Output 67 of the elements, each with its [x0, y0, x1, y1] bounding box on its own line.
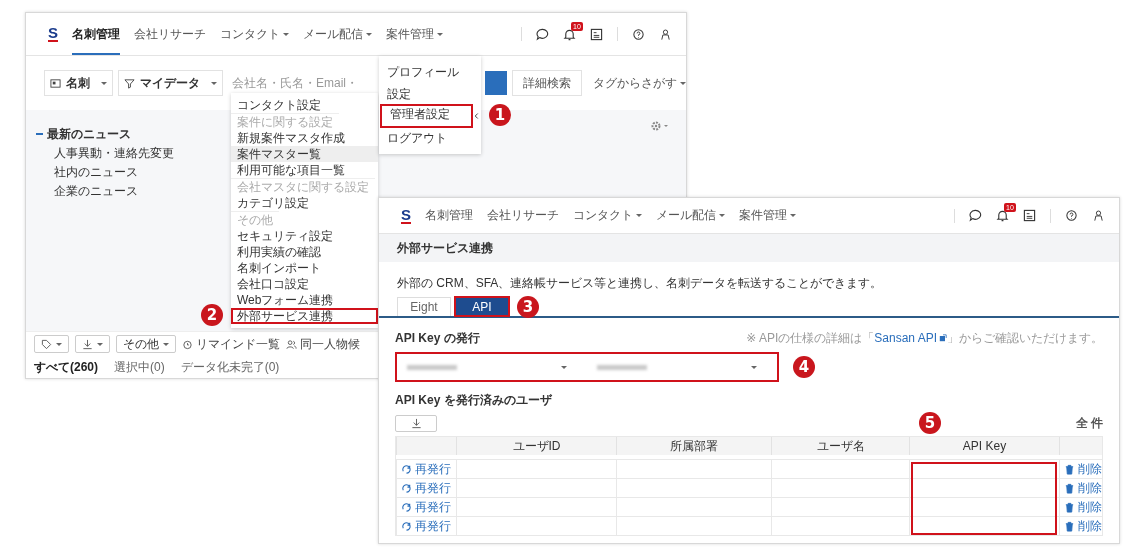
news-category[interactable]: 人事異動・連絡先変更: [36, 144, 174, 163]
step-marker: 3: [517, 296, 539, 318]
column-header: 所属部署: [616, 437, 771, 455]
menu-item[interactable]: セキュリティ設定: [231, 228, 378, 244]
menu-item[interactable]: 管理者設定: [380, 104, 473, 128]
delete-link[interactable]: 削除: [1064, 460, 1102, 478]
nav-tab[interactable]: 会社リサーチ: [134, 13, 206, 55]
scope-select[interactable]: マイデータ: [118, 70, 223, 96]
advanced-search-button[interactable]: 詳細検索: [512, 70, 582, 96]
sansan-api-link[interactable]: Sansan API: [874, 331, 947, 345]
step-marker: 4: [793, 356, 815, 378]
filter-tab[interactable]: すべて(260): [34, 358, 98, 376]
menu-item[interactable]: 会社口コ設定: [231, 276, 378, 292]
nav-tab[interactable]: メール配信: [303, 13, 372, 55]
nav-tab[interactable]: 会社リサーチ: [487, 198, 559, 233]
news-category[interactable]: 企業のニュース: [36, 182, 138, 201]
news-heading[interactable]: 最新のニュース: [36, 124, 131, 144]
menu-item[interactable]: 外部サービス連携: [231, 308, 378, 324]
nav-tab[interactable]: 案件管理: [386, 13, 443, 55]
description-text: 外部の CRM、SFA、連絡帳サービス等と連携し、名刺データを転送することができます。: [396, 275, 884, 292]
filter-tab[interactable]: データ化未完了(0): [180, 358, 280, 376]
menu-section-header: 案件に関する設定: [231, 113, 339, 130]
menu-section-header: その他: [231, 211, 279, 228]
menu-item[interactable]: 新規案件マスタ作成: [231, 130, 378, 146]
duplicate-person-link[interactable]: 同一人物候: [286, 335, 360, 353]
step-marker: 5: [919, 412, 941, 434]
menu-item[interactable]: 案件マスター覧: [231, 146, 378, 162]
column-header: API Key: [909, 437, 1059, 455]
column-header: ユーザ名: [771, 437, 909, 455]
menu-item[interactable]: 利用実績の確認: [231, 244, 378, 260]
logo[interactable]: S: [401, 207, 411, 224]
more-menu-button[interactable]: その他: [116, 335, 176, 353]
section-title: API Key を発行済みのユーザ: [395, 392, 553, 409]
reissue-link[interactable]: 再発行: [401, 460, 451, 478]
tab[interactable]: Eight: [397, 297, 451, 316]
reminder-list-link[interactable]: リマインド一覧: [182, 335, 280, 353]
section-title: API Key の発行: [395, 330, 480, 347]
news-category[interactable]: 社内のニュース: [36, 163, 138, 182]
page-title: 外部サービス連携: [397, 239, 493, 257]
logo[interactable]: S: [48, 26, 58, 42]
menu-item[interactable]: Webフォーム連携: [231, 292, 378, 308]
delete-link[interactable]: 削除: [1064, 479, 1102, 497]
filter-tab[interactable]: 選択中(0): [114, 358, 165, 376]
step-marker: 1: [489, 104, 511, 126]
menu-item[interactable]: 名刺インポート: [231, 260, 378, 276]
nav-tab[interactable]: メール配信: [656, 198, 725, 233]
reissue-link[interactable]: 再発行: [401, 517, 451, 535]
reissue-link[interactable]: 再発行: [401, 498, 451, 516]
api-spec-note: ※ APIの仕様の詳細は「Sansan API 」からご確認いただけます。: [746, 330, 1103, 347]
delete-link[interactable]: 削除: [1064, 498, 1102, 516]
nav-tab[interactable]: 名刺管理: [425, 198, 473, 233]
nav-tab[interactable]: 名刺管理: [72, 13, 120, 55]
count-label: 全 件: [1075, 415, 1103, 432]
menu-item[interactable]: コンタクト設定: [231, 97, 378, 113]
nav-tab[interactable]: コンタクト: [220, 13, 289, 55]
type-select[interactable]: 名刺: [44, 70, 113, 96]
column-header: ユーザID: [456, 437, 616, 455]
menu-item[interactable]: ログアウト: [379, 128, 481, 148]
nav-tab[interactable]: コンタクト: [573, 198, 642, 233]
tag-filter-dropdown[interactable]: タグからさがす: [593, 74, 686, 92]
tab[interactable]: API: [455, 297, 509, 316]
menu-item[interactable]: カテゴリ設定: [231, 195, 378, 211]
menu-item[interactable]: 利用可能な項目一覧: [231, 162, 378, 178]
delete-link[interactable]: 削除: [1064, 517, 1102, 535]
reissue-link[interactable]: 再発行: [401, 479, 451, 497]
nav-tab[interactable]: 案件管理: [739, 198, 796, 233]
menu-section-header: 会社マスタに関する設定: [231, 178, 375, 195]
